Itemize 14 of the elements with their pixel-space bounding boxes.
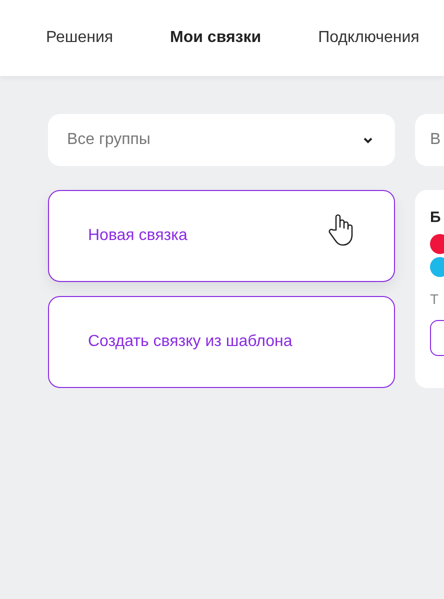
chevron-down-icon — [363, 136, 373, 144]
dropdown-value: В — [430, 130, 441, 150]
nav-tab[interactable]: Решения — [46, 26, 114, 50]
dropdown-value: Все группы — [67, 130, 150, 150]
action-button[interactable]: Новая связка — [48, 190, 395, 282]
action-button[interactable]: Создать связку из шаблона — [48, 296, 395, 388]
bundle-card[interactable]: Б Т — [415, 190, 444, 388]
group-dropdown[interactable]: Все группы — [48, 114, 395, 166]
group-dropdown[interactable]: В — [415, 114, 444, 166]
hand-cursor-icon — [328, 213, 354, 247]
nav-tab[interactable]: Подключения — [318, 26, 420, 50]
card-title: Б — [430, 210, 441, 226]
card-text: Т — [430, 290, 439, 309]
nav-tab[interactable]: Мои связки — [170, 26, 262, 50]
